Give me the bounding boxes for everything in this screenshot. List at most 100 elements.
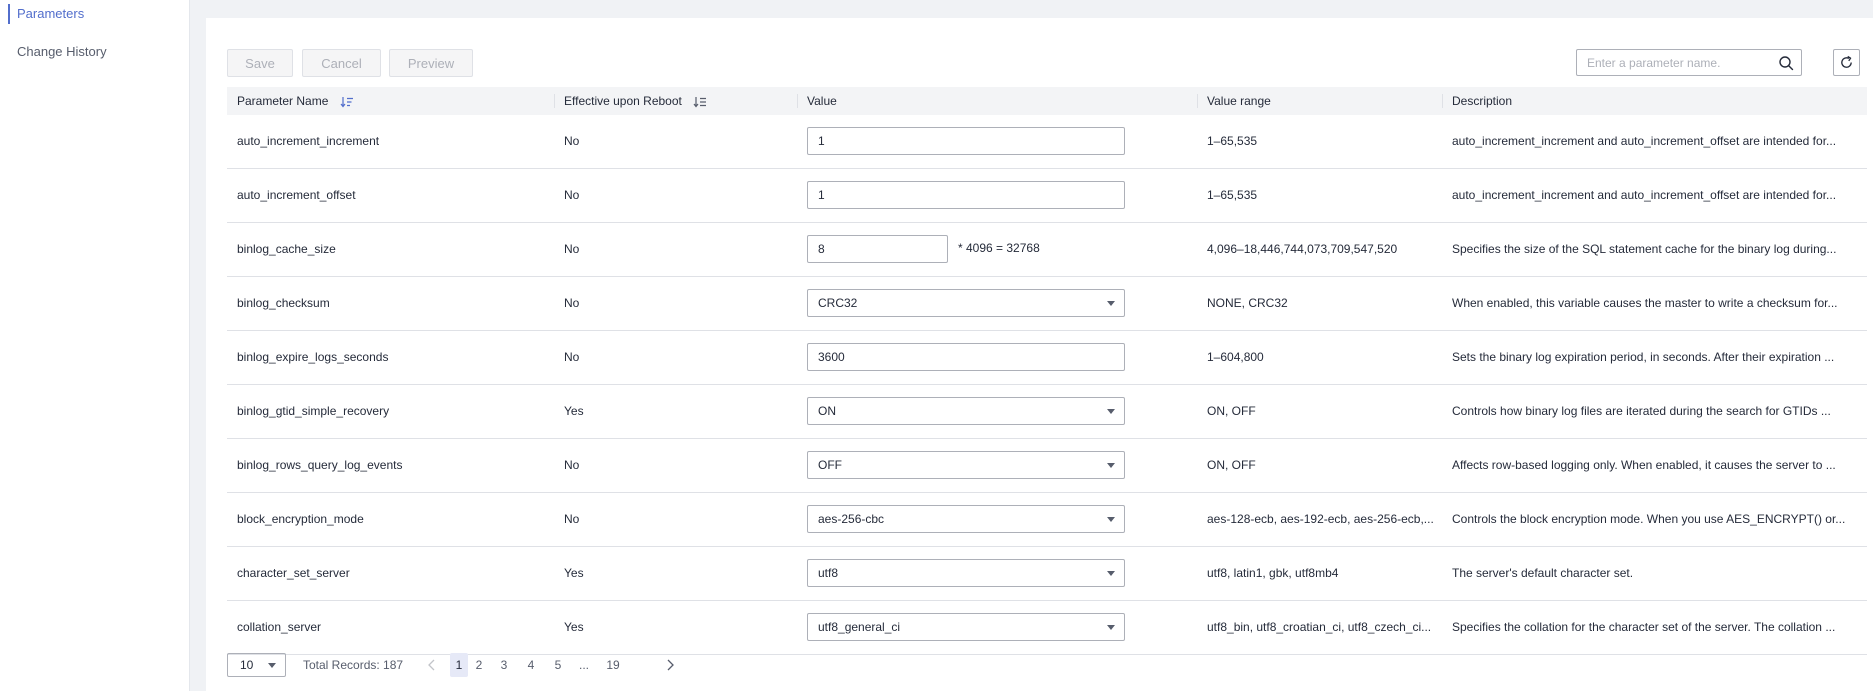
sort-icon[interactable] <box>693 96 707 108</box>
cell-description: Specifies the size of the SQL statement … <box>1452 242 1837 256</box>
column-header-range: Value range <box>1207 94 1271 108</box>
page-number[interactable]: 5 <box>553 653 563 677</box>
page-number[interactable]: 3 <box>499 653 509 677</box>
cell-parameter-name: binlog_gtid_simple_recovery <box>237 404 390 418</box>
chevron-down-icon <box>1107 571 1115 576</box>
table-row: binlog_gtid_simple_recovery Yes ON ON, OFF C… <box>227 385 1867 439</box>
refresh-icon <box>1841 55 1852 68</box>
sidebar-item-parameters[interactable]: Parameters <box>0 2 84 26</box>
chevron-down-icon <box>268 663 276 668</box>
value-select[interactable]: OFF <box>807 451 1125 479</box>
value-input[interactable]: 1 <box>807 127 1125 155</box>
cell-reboot: No <box>564 134 580 148</box>
value-select[interactable]: utf8_general_ci <box>807 613 1125 641</box>
cell-description: auto_increment_increment and auto_increm… <box>1452 188 1837 202</box>
cell-reboot: No <box>564 242 580 256</box>
value-select[interactable]: CRC32 <box>807 289 1125 317</box>
refresh-button[interactable] <box>1833 49 1860 76</box>
pagination: 10 Total Records: 187 1 2 3 4 5... 19 <box>227 653 927 677</box>
value-text: utf8_general_ci <box>818 620 901 634</box>
cell-parameter-name: block_encryption_mode <box>237 512 364 526</box>
value-formula: * 4096 = 32768 <box>958 241 1040 255</box>
cell-description: When enabled, this variable causes the m… <box>1452 296 1838 310</box>
cell-parameter-name: binlog_expire_logs_seconds <box>237 350 389 364</box>
cell-description: Controls how binary log files are iterat… <box>1452 404 1831 418</box>
column-header-reboot[interactable]: Effective upon Reboot <box>554 87 797 115</box>
column-header-reboot-label: Effective upon Reboot <box>564 94 682 108</box>
main-panel: Save Cancel Preview Parameter Name Ef <box>206 18 1873 691</box>
cell-parameter-name: auto_increment_offset <box>237 188 356 202</box>
cell-parameter-name: binlog_cache_size <box>237 242 336 256</box>
table-row: character_set_server Yes utf8 utf8, latin1,… <box>227 547 1867 601</box>
table-row: auto_increment_increment No 1 1–65,535 auto_… <box>227 115 1867 169</box>
cell-parameter-name: binlog_rows_query_log_events <box>237 458 403 472</box>
cell-value-range: ON, OFF <box>1207 458 1256 472</box>
cell-value-range: 1–65,535 <box>1207 134 1258 148</box>
value-text: OFF <box>818 458 842 472</box>
cell-description: The server's default character set. <box>1452 566 1634 580</box>
save-button[interactable]: Save <box>227 49 293 77</box>
page-number[interactable]: 1 <box>450 653 468 677</box>
value-select[interactable]: utf8 <box>807 559 1125 587</box>
search-input[interactable] <box>1587 54 1777 71</box>
cell-value-range: 4,096–18,446,744,073,709,547,520 <box>1207 242 1398 256</box>
cell-value-range: ON, OFF <box>1207 404 1256 418</box>
column-header-name[interactable]: Parameter Name <box>227 87 554 115</box>
table-row: binlog_cache_size No 8 * 4096 = 32768 4,096–… <box>227 223 1867 277</box>
cell-parameter-name: collation_server <box>237 620 322 634</box>
sort-icon[interactable] <box>340 96 354 108</box>
cell-reboot: Yes <box>564 566 584 580</box>
cell-reboot: No <box>564 188 580 202</box>
value-select[interactable]: ON <box>807 397 1125 425</box>
value-input[interactable]: 8 <box>807 235 948 263</box>
page-ellipsis: ... <box>578 658 589 672</box>
chevron-down-icon <box>1107 409 1115 414</box>
cell-description: Affects row-based logging only. When ena… <box>1452 458 1836 472</box>
cell-reboot: Yes <box>564 404 584 418</box>
cell-value-range: 1–604,800 <box>1207 350 1264 364</box>
sidebar-item-change-history[interactable]: Change History <box>0 40 107 64</box>
cell-description: Specifies the collation for the characte… <box>1452 620 1836 634</box>
chevron-down-icon <box>1107 625 1115 630</box>
parameters-table: Parameter Name Effective upon Reboot Val… <box>227 87 1867 655</box>
search-icon[interactable] <box>1778 55 1794 71</box>
chevron-left-icon[interactable] <box>427 659 437 671</box>
column-header-value: Value <box>807 94 837 108</box>
chevron-down-icon <box>1107 463 1115 468</box>
page-size-select[interactable]: 10 <box>227 653 286 677</box>
table-row: binlog_expire_logs_seconds No 3600 1–604,80… <box>227 331 1867 385</box>
value-select[interactable]: aes-256-cbc <box>807 505 1125 533</box>
value-input[interactable]: 3600 <box>807 343 1125 371</box>
cell-reboot: No <box>564 512 580 526</box>
value-text: ON <box>818 404 836 418</box>
total-records: Total Records: 187 <box>303 658 404 672</box>
value-text: utf8 <box>818 566 839 580</box>
sidebar: Parameters Change History <box>0 0 190 691</box>
value-text: 3600 <box>818 350 845 364</box>
page-number[interactable]: 4 <box>526 653 536 677</box>
value-text: 1 <box>818 134 825 148</box>
cell-value-range: 1–65,535 <box>1207 188 1258 202</box>
column-header-description: Description <box>1452 94 1513 108</box>
cell-reboot: No <box>564 458 580 472</box>
cell-value-range: utf8, latin1, gbk, utf8mb4 <box>1207 566 1339 580</box>
table-row: binlog_rows_query_log_events No OFF ON, OFF… <box>227 439 1867 493</box>
cell-value-range: utf8_bin, utf8_croatian_ci, utf8_czech_c… <box>1207 620 1432 634</box>
cancel-button[interactable]: Cancel <box>302 49 381 77</box>
cell-parameter-name: character_set_server <box>237 566 350 580</box>
cell-value-range: NONE, CRC32 <box>1207 296 1288 310</box>
cell-parameter-name: auto_increment_increment <box>237 134 380 148</box>
page-number[interactable]: 2 <box>474 653 484 677</box>
cell-value-range: aes-128-ecb, aes-192-ecb, aes-256-ecb,..… <box>1207 512 1434 526</box>
chevron-right-icon[interactable] <box>665 659 675 671</box>
cell-parameter-name: binlog_checksum <box>237 296 330 310</box>
value-text: 1 <box>818 188 825 202</box>
value-text: CRC32 <box>818 296 858 310</box>
search-box <box>1576 49 1802 76</box>
preview-button[interactable]: Preview <box>389 49 473 77</box>
table-header: Parameter Name Effective upon Reboot Val… <box>227 87 1867 115</box>
value-input[interactable]: 1 <box>807 181 1125 209</box>
table-row: block_encryption_mode No aes-256-cbc aes-12… <box>227 493 1867 547</box>
value-text: aes-256-cbc <box>818 512 885 526</box>
page-number[interactable]: 19 <box>604 653 622 677</box>
